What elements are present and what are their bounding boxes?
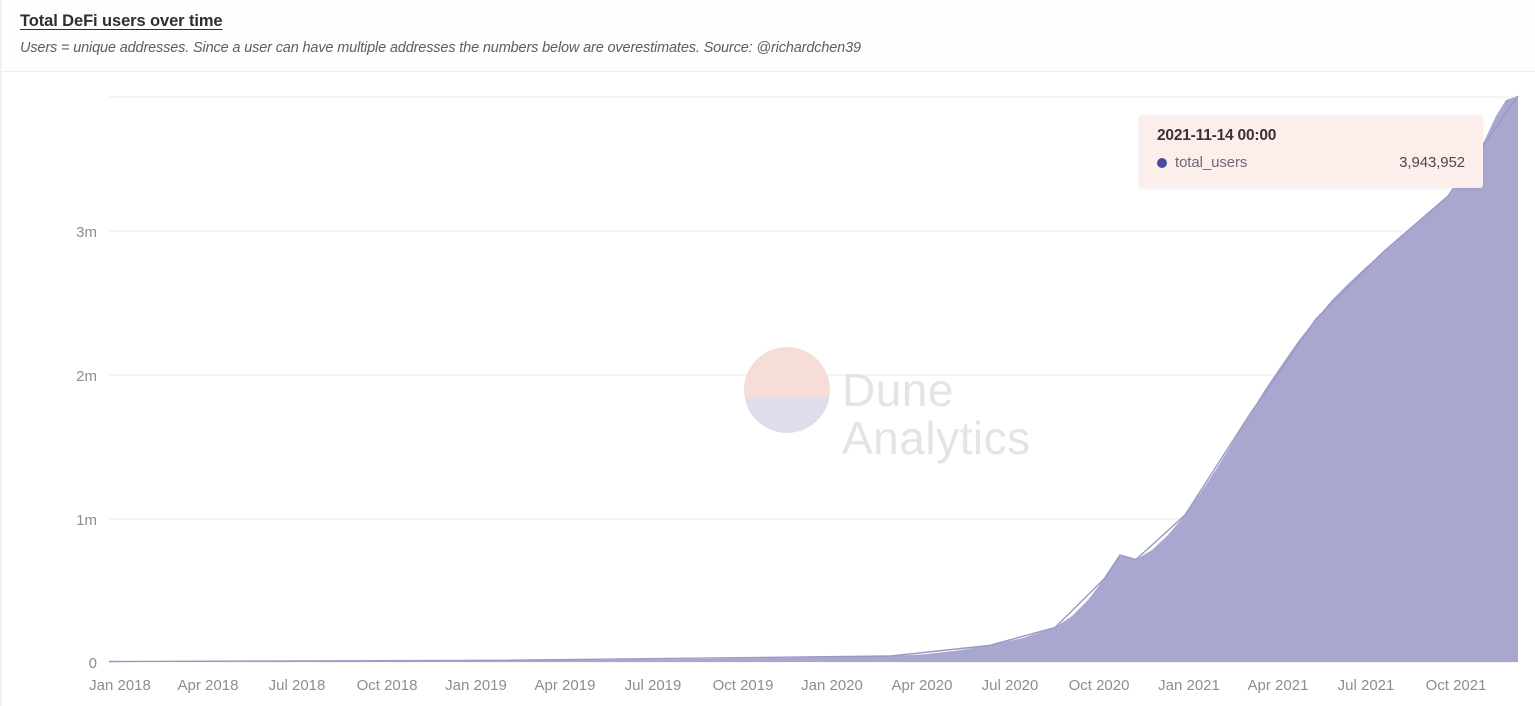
xtick-label-4: Jan 2019	[445, 677, 507, 694]
xtick-label-12: Jan 2021	[1158, 677, 1220, 694]
x-axis-ticks: Jan 2018 Apr 2018 Jul 2018 Oct 2018 Jan …	[89, 677, 1486, 694]
tooltip-date: 2021-11-14 00:00	[1157, 127, 1277, 144]
y-axis-ticks: 3m 2m 1m 0	[76, 224, 97, 672]
watermark-line2: Analytics	[842, 412, 1031, 464]
tooltip-series-row: total_users 3,943,952	[1157, 154, 1465, 171]
ytick-label-2m: 2m	[76, 368, 97, 385]
tooltip-series-name: total_users	[1175, 154, 1248, 171]
ytick-label-0: 0	[89, 655, 97, 672]
xtick-label-11: Oct 2020	[1069, 677, 1130, 694]
xtick-label-0: Jan 2018	[89, 677, 151, 694]
xtick-label-8: Jan 2020	[801, 677, 863, 694]
watermark-line1: Dune	[842, 364, 954, 416]
xtick-label-6: Jul 2019	[625, 677, 682, 694]
series-color-dot-icon	[1157, 157, 1167, 168]
xtick-label-10: Jul 2020	[982, 677, 1039, 694]
chart-header: Total DeFi users over time Users = uniqu…	[2, 0, 1535, 72]
dune-chart-panel: Total DeFi users over time Users = uniqu…	[0, 0, 1535, 706]
chart-subtitle: Users = unique addresses. Since a user c…	[20, 40, 861, 56]
xtick-label-2: Jul 2018	[269, 677, 326, 694]
tooltip-series-value: 3,943,952	[1399, 154, 1465, 171]
xtick-label-9: Apr 2020	[892, 677, 953, 694]
xtick-label-5: Apr 2019	[535, 677, 596, 694]
page-title: Total DeFi users over time	[20, 12, 223, 30]
xtick-label-15: Oct 2021	[1426, 677, 1487, 694]
chart-tooltip: 2021-11-14 00:00 total_users 3,943,952	[1139, 115, 1483, 188]
xtick-label-13: Apr 2021	[1248, 677, 1309, 694]
xtick-label-3: Oct 2018	[357, 677, 418, 694]
ytick-label-1m: 1m	[76, 512, 97, 529]
xtick-label-14: Jul 2021	[1338, 677, 1395, 694]
dune-analytics-watermark: Dune Analytics	[744, 347, 1031, 464]
xtick-label-1: Apr 2018	[178, 677, 239, 694]
xtick-label-7: Oct 2019	[713, 677, 774, 694]
ytick-label-3m: 3m	[76, 224, 97, 241]
